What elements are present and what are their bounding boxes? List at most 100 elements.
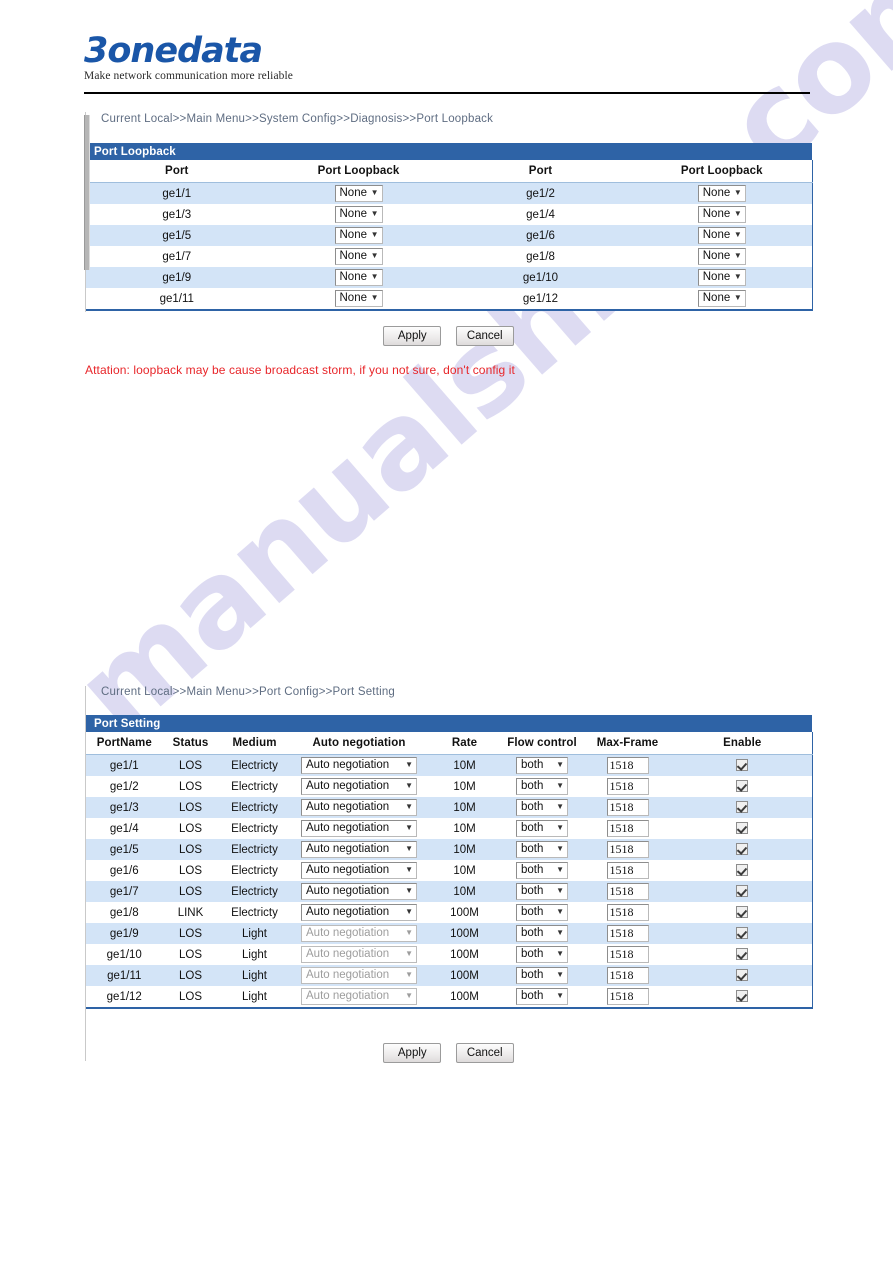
cell-status: LINK [162, 902, 219, 923]
max-frame-input[interactable]: 1518 [606, 778, 649, 795]
chevron-down-icon: ▼ [556, 990, 564, 1000]
cell-port: ge1/3 [85, 204, 268, 225]
flow-control-select[interactable]: both ▼ [516, 988, 568, 1005]
enable-checkbox[interactable] [736, 885, 749, 898]
flow-control-select[interactable]: both ▼ [516, 820, 568, 837]
loopback-select[interactable]: None ▼ [334, 269, 383, 286]
flow-control-select[interactable]: both ▼ [516, 946, 568, 963]
chevron-down-icon: ▼ [370, 187, 379, 197]
enable-checkbox[interactable] [736, 990, 749, 1003]
max-frame-input[interactable]: 1518 [606, 799, 649, 816]
chevron-down-icon: ▼ [405, 864, 413, 874]
portsetting-apply-button[interactable]: Apply [383, 1043, 442, 1063]
flow-control-select[interactable]: both ▼ [516, 841, 568, 858]
auto-negotiation-select[interactable]: Auto negotiation ▼ [301, 862, 417, 879]
chevron-down-icon: ▼ [370, 250, 379, 260]
max-frame-input[interactable]: 1518 [606, 946, 649, 963]
enable-checkbox[interactable] [736, 822, 749, 835]
loopback-select[interactable]: None ▼ [334, 227, 383, 244]
enable-checkbox[interactable] [736, 969, 749, 982]
col-auto-negotiation: Auto negotiation [290, 732, 428, 755]
max-frame-input[interactable]: 1518 [606, 757, 649, 774]
col-port-a: Port [85, 160, 268, 183]
loopback-select[interactable]: None ▼ [334, 248, 383, 265]
cell-max-frame: 1518 [582, 944, 673, 965]
enable-checkbox[interactable] [736, 927, 749, 940]
loopback-select[interactable]: None ▼ [697, 269, 746, 286]
header-divider [84, 92, 810, 94]
cell-enable [672, 923, 813, 944]
cell-medium: Electricty [218, 818, 291, 839]
cell-rate: 100M [427, 923, 502, 944]
flow-control-select[interactable]: both ▼ [516, 967, 568, 984]
loopback-scroll-rail[interactable] [84, 115, 90, 270]
cell-flow-control: both ▼ [501, 902, 583, 923]
auto-negotiation-select[interactable]: Auto negotiation ▼ [301, 820, 417, 837]
max-frame-input[interactable]: 1518 [606, 883, 649, 900]
chevron-down-icon: ▼ [733, 292, 742, 302]
max-frame-input[interactable]: 1518 [606, 925, 649, 942]
loopback-select[interactable]: None ▼ [697, 227, 746, 244]
table-row: ge1/4 LOS Electricty Auto negotiation ▼ 10M bo… [85, 818, 813, 839]
enable-checkbox[interactable] [736, 780, 749, 793]
cell-port: ge1/5 [85, 225, 268, 246]
flow-control-select[interactable]: both ▼ [516, 799, 568, 816]
enable-checkbox[interactable] [736, 759, 749, 772]
loopback-apply-button[interactable]: Apply [383, 326, 442, 346]
enable-checkbox[interactable] [736, 801, 749, 814]
max-frame-input[interactable]: 1518 [606, 967, 649, 984]
table-header-row: PortName Status Medium Auto negotiation … [85, 732, 813, 755]
cell-max-frame: 1518 [582, 818, 673, 839]
loopback-select[interactable]: None ▼ [697, 185, 746, 202]
chevron-down-icon: ▼ [370, 229, 379, 239]
table-row: ge1/3 None ▼ ge1/4 None ▼ [85, 204, 813, 225]
cell-flow-control: both ▼ [501, 776, 583, 797]
cell-loopback-select: None ▼ [267, 267, 450, 288]
portsetting-cancel-button[interactable]: Cancel [455, 1043, 514, 1063]
max-frame-input[interactable]: 1518 [606, 988, 649, 1005]
flow-control-select[interactable]: both ▼ [516, 862, 568, 879]
enable-checkbox[interactable] [736, 948, 749, 961]
max-frame-input[interactable]: 1518 [606, 820, 649, 837]
loopback-select[interactable]: None ▼ [697, 248, 746, 265]
flow-control-select[interactable]: both ▼ [516, 904, 568, 921]
loopback-select[interactable]: None ▼ [697, 206, 746, 223]
cell-enable [672, 965, 813, 986]
cell-medium: Electricty [218, 860, 291, 881]
max-frame-input[interactable]: 1518 [606, 862, 649, 879]
cell-loopback-select: None ▼ [631, 204, 813, 225]
enable-checkbox[interactable] [736, 906, 749, 919]
flow-control-select[interactable]: both ▼ [516, 883, 568, 900]
chevron-down-icon: ▼ [556, 822, 564, 832]
enable-checkbox[interactable] [736, 864, 749, 877]
auto-negotiation-select: Auto negotiation ▼ [301, 967, 417, 984]
loopback-select[interactable]: None ▼ [334, 185, 383, 202]
auto-negotiation-select[interactable]: Auto negotiation ▼ [301, 778, 417, 795]
cell-status: LOS [162, 986, 219, 1008]
cell-auto-negotiation: Auto negotiation ▼ [290, 797, 428, 818]
flow-control-select[interactable]: both ▼ [516, 778, 568, 795]
loopback-select[interactable]: None ▼ [697, 290, 746, 307]
flow-control-select[interactable]: both ▼ [516, 925, 568, 942]
cell-auto-negotiation: Auto negotiation ▼ [290, 818, 428, 839]
auto-negotiation-select[interactable]: Auto negotiation ▼ [301, 841, 417, 858]
max-frame-input[interactable]: 1518 [606, 841, 649, 858]
cell-max-frame: 1518 [582, 839, 673, 860]
flow-control-select[interactable]: both ▼ [516, 757, 568, 774]
cell-rate: 100M [427, 944, 502, 965]
cell-loopback-select: None ▼ [631, 246, 813, 267]
cell-status: LOS [162, 944, 219, 965]
auto-negotiation-select[interactable]: Auto negotiation ▼ [301, 883, 417, 900]
auto-negotiation-select[interactable]: Auto negotiation ▼ [301, 799, 417, 816]
loopback-select[interactable]: None ▼ [334, 290, 383, 307]
enable-checkbox[interactable] [736, 843, 749, 856]
cell-medium: Light [218, 944, 291, 965]
loopback-select[interactable]: None ▼ [334, 206, 383, 223]
cell-max-frame: 1518 [582, 754, 673, 776]
cell-loopback-select: None ▼ [631, 225, 813, 246]
max-frame-input[interactable]: 1518 [606, 904, 649, 921]
col-medium: Medium [218, 732, 291, 755]
loopback-cancel-button[interactable]: Cancel [455, 326, 514, 346]
auto-negotiation-select[interactable]: Auto negotiation ▼ [301, 757, 417, 774]
auto-negotiation-select[interactable]: Auto negotiation ▼ [301, 904, 417, 921]
